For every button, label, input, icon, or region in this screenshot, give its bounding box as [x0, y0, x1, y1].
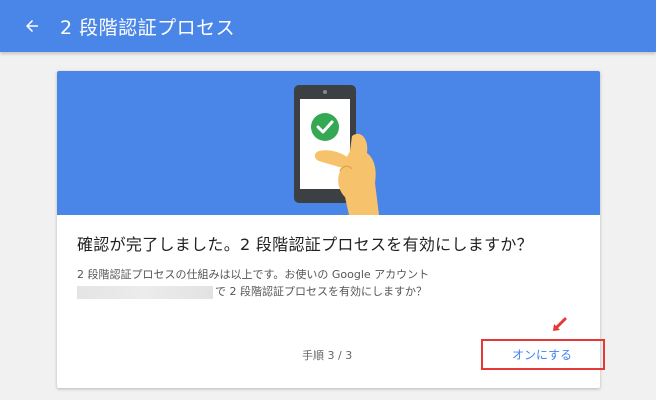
red-pointer-arrow-icon — [553, 317, 567, 331]
turn-on-button[interactable]: オンにする — [482, 339, 600, 369]
arrow-back-icon[interactable] — [18, 12, 46, 40]
step-indicator: 手順 3 / 3 — [302, 349, 353, 362]
description-line-2: で 2 段階認証プロセスを有効にしますか？ — [77, 283, 587, 300]
illustration-banner — [57, 71, 600, 215]
confirmation-card: 確認が完了しました。2 段階認証プロセスを有効にしますか？ 2 段階認証プロセス… — [57, 71, 600, 388]
page-title: 2 段階認証プロセス — [60, 16, 236, 39]
description-text: 2 段階認証プロセスの仕組みは以上です。お使いの Google アカウント で … — [77, 266, 587, 300]
app-header: 2 段階認証プロセス — [0, 0, 656, 52]
redacted-email — [77, 285, 213, 299]
description-line-1: 2 段階認証プロセスの仕組みは以上です。お使いの Google アカウント — [77, 268, 430, 281]
check-circle-icon — [311, 113, 339, 141]
confirmation-headline: 確認が完了しました。2 段階認証プロセスを有効にしますか？ — [77, 235, 533, 254]
description-line-2-text: で 2 段階認証プロセスを有効にしますか？ — [215, 285, 427, 298]
phone-check-illustration — [294, 85, 379, 215]
